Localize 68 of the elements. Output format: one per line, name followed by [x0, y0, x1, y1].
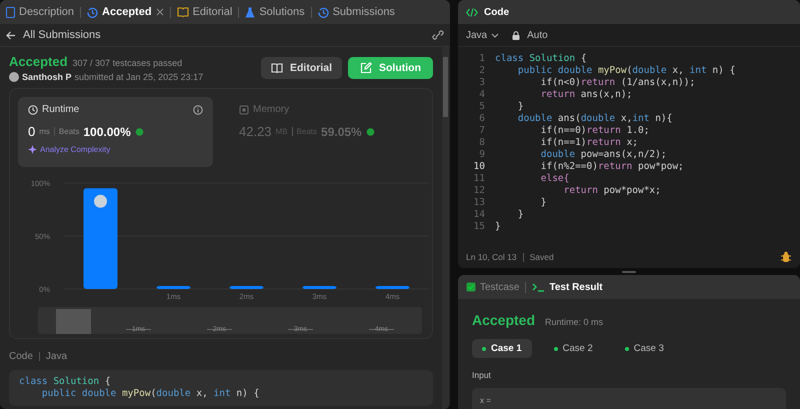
code-line: if(n==1)return x;: [540, 137, 638, 149]
line-number: 13: [472, 197, 485, 209]
code-line: else{: [540, 173, 570, 185]
line-number: 7: [478, 125, 485, 137]
case-tab[interactable]: Case 3: [614, 339, 674, 358]
metric-title: Runtime: [42, 104, 80, 115]
code-line: }: [540, 197, 546, 209]
beats-label: Beats: [58, 127, 80, 136]
author-name[interactable]: Santhosh P: [22, 72, 72, 82]
line-number: 8: [478, 137, 485, 149]
code-line: }: [516, 209, 524, 221]
code-line: return pow*pow*x;: [562, 185, 661, 197]
metric-card[interactable]: Runtime 0 ms Beats 100.00% Analyze Complexity: [18, 97, 213, 167]
panel-tab[interactable]: Solutions: [245, 6, 305, 18]
line-number: 1: [478, 53, 485, 65]
analyze-complexity-link[interactable]: Analyze Complexity: [28, 145, 110, 154]
line-number: 3: [478, 77, 485, 89]
code-line: return ans(x,n);: [540, 89, 632, 101]
panel-tab[interactable]: Accepted: [87, 6, 164, 18]
code-snippet: class Solution { public double myPow(double x, int n) {: [9, 370, 433, 406]
code-line: if(n<0)return (1/ans(x,n));: [540, 77, 696, 89]
testcases-passed: 307 / 307 testcases passed: [72, 58, 182, 68]
beats-percentage: 59.05%: [321, 124, 362, 138]
editorial-button[interactable]: Editorial: [260, 57, 342, 79]
metric-value: 42.23: [239, 124, 272, 139]
panel-title: Code: [484, 6, 509, 18]
cursor-position: Ln 10, Col 13: [466, 252, 517, 262]
all-submissions-link[interactable]: All Submissions: [23, 29, 101, 41]
case-tab[interactable]: Case 2: [544, 339, 603, 358]
code-line: }: [516, 101, 524, 113]
metric-value: 0: [28, 124, 36, 139]
line-number: 12: [472, 185, 485, 197]
code-line: double ans(double x,int n){: [516, 113, 672, 125]
input-label: Input: [472, 370, 492, 380]
code-line: if(n%2==0)return pow*pow;: [540, 161, 684, 173]
result-runtime: Runtime: 0 ms: [545, 317, 604, 327]
code-line: double pow=ans(x,n/2);: [540, 149, 667, 161]
panel-tab[interactable]: Submissions: [318, 6, 395, 18]
metric-title: Memory: [253, 104, 290, 115]
line-number: 9: [478, 149, 485, 161]
line-number: 6: [478, 113, 485, 125]
line-number: 14: [472, 209, 485, 221]
code-line: if(n==0)return 1.0;: [540, 125, 650, 137]
line-number: 15: [472, 221, 485, 233]
panel-tab[interactable]: Editorial: [176, 6, 232, 18]
code-language: Java: [46, 351, 68, 362]
result-status: Accepted: [472, 312, 536, 328]
line-number: 11: [472, 173, 485, 185]
line-number: 2: [478, 65, 485, 77]
language-dropdown[interactable]: Java: [466, 30, 500, 40]
code-line: }: [495, 221, 501, 233]
input-value: x =: [472, 388, 786, 409]
metric-unit: ms: [39, 127, 50, 136]
beats-percentage: 100.00%: [83, 124, 131, 138]
panel-tab[interactable]: Testcase: [466, 282, 520, 292]
submission-time: submitted at Jan 25, 2025 23:17: [74, 72, 204, 82]
panel-tab[interactable]: Test Result: [532, 282, 603, 292]
code-line: public double myPow(double x, int n) {: [516, 65, 736, 77]
code-heading: Code: [9, 351, 33, 362]
line-number: 4: [478, 89, 485, 101]
line-number: 5: [478, 101, 485, 113]
line-number: 10: [472, 161, 485, 173]
panel-tab[interactable]: Description: [6, 6, 74, 18]
case-tab[interactable]: Case 1: [472, 339, 532, 358]
submission-status: Accepted: [9, 54, 68, 69]
mode-label[interactable]: Auto: [527, 30, 548, 40]
save-status: Saved: [530, 252, 554, 262]
code-line: class Solution {: [495, 53, 587, 65]
